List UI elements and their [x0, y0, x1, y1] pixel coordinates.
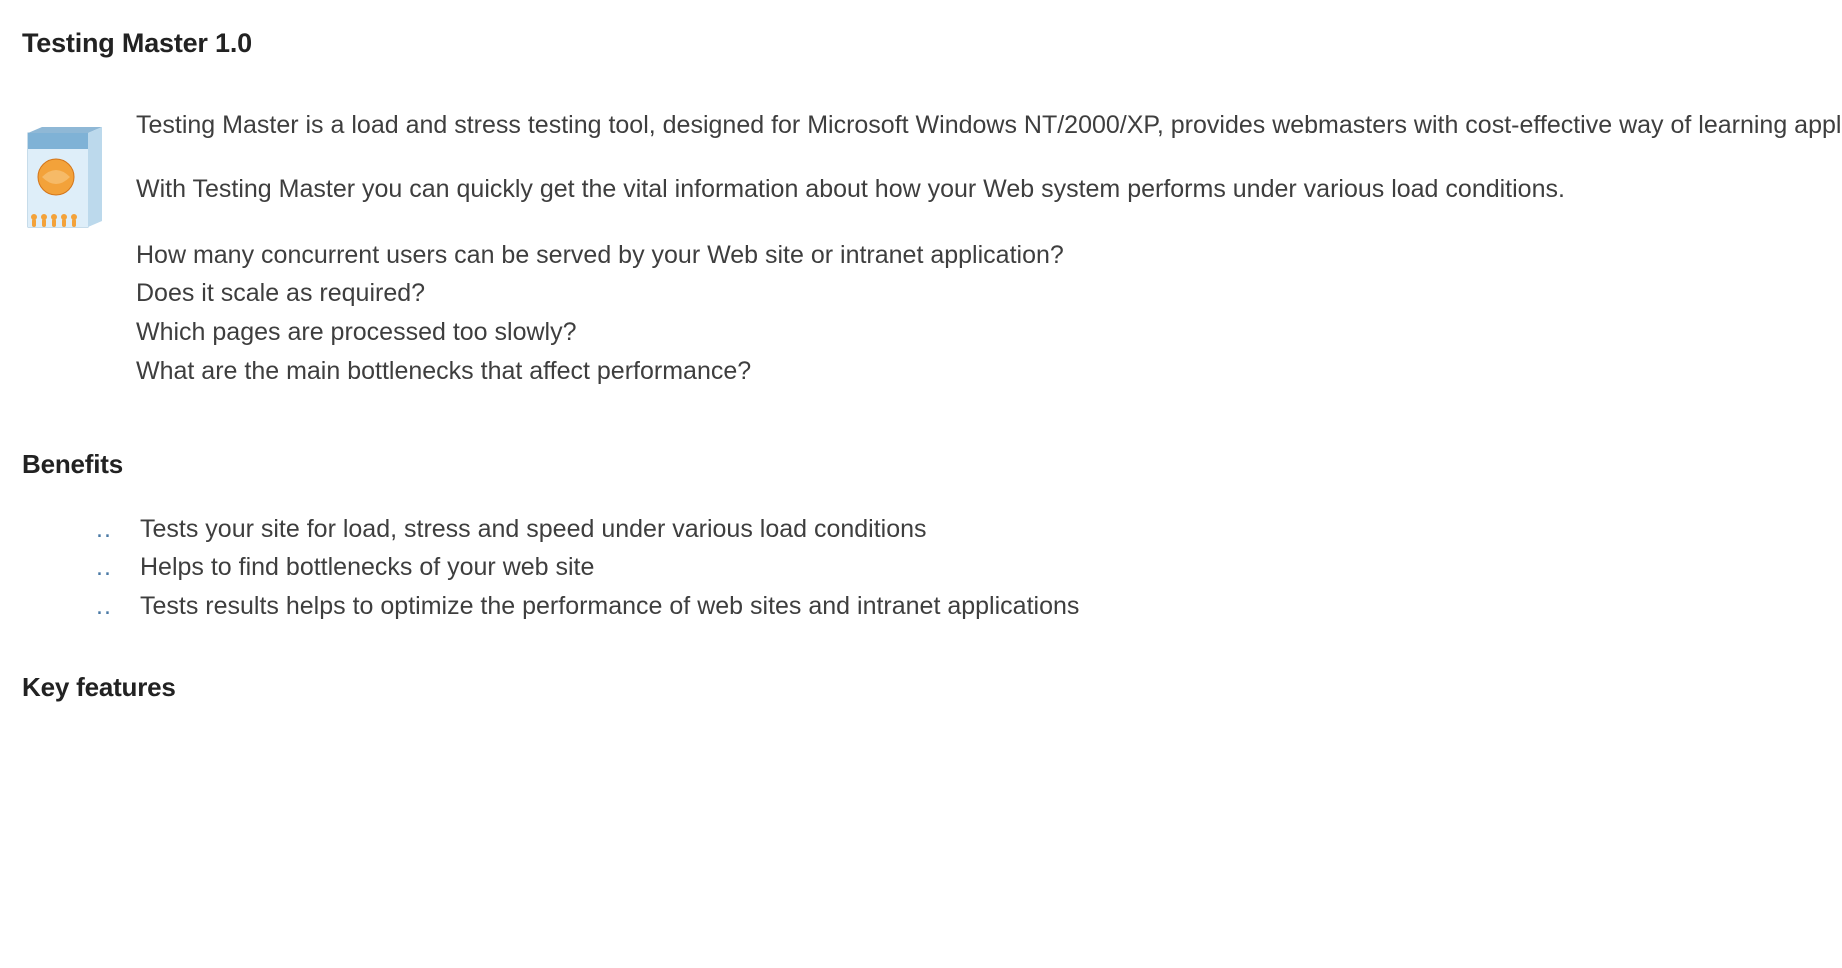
intro-row: Testing Master is a load and stress test…	[22, 107, 1820, 449]
key-features-heading: Key features	[22, 672, 1820, 703]
list-item: Tests your site for load, stress and spe…	[96, 510, 1820, 549]
product-art	[22, 125, 114, 235]
intro-text: Testing Master is a load and stress test…	[136, 107, 1842, 449]
intro-question: Which pages are processed too slowly?	[136, 313, 1842, 352]
page-title: Testing Master 1.0	[22, 28, 1820, 59]
intro-question: What are the main bottlenecks that affec…	[136, 352, 1842, 391]
product-boxshot-icon	[22, 125, 114, 235]
benefits-heading: Benefits	[22, 449, 1820, 480]
benefits-list: Tests your site for load, stress and spe…	[22, 510, 1820, 626]
intro-paragraph-1: Testing Master is a load and stress test…	[136, 107, 1842, 143]
intro-question: Does it scale as required?	[136, 274, 1842, 313]
intro-question: How many concurrent users can be served …	[136, 236, 1842, 275]
list-item: Tests results helps to optimize the perf…	[96, 587, 1820, 626]
document-page: Testing Master 1.0	[0, 0, 1842, 773]
list-item: Helps to find bottlenecks of your web si…	[96, 548, 1820, 587]
intro-paragraph-2: With Testing Master you can quickly get …	[136, 171, 1842, 207]
intro-questions: How many concurrent users can be served …	[136, 236, 1842, 391]
